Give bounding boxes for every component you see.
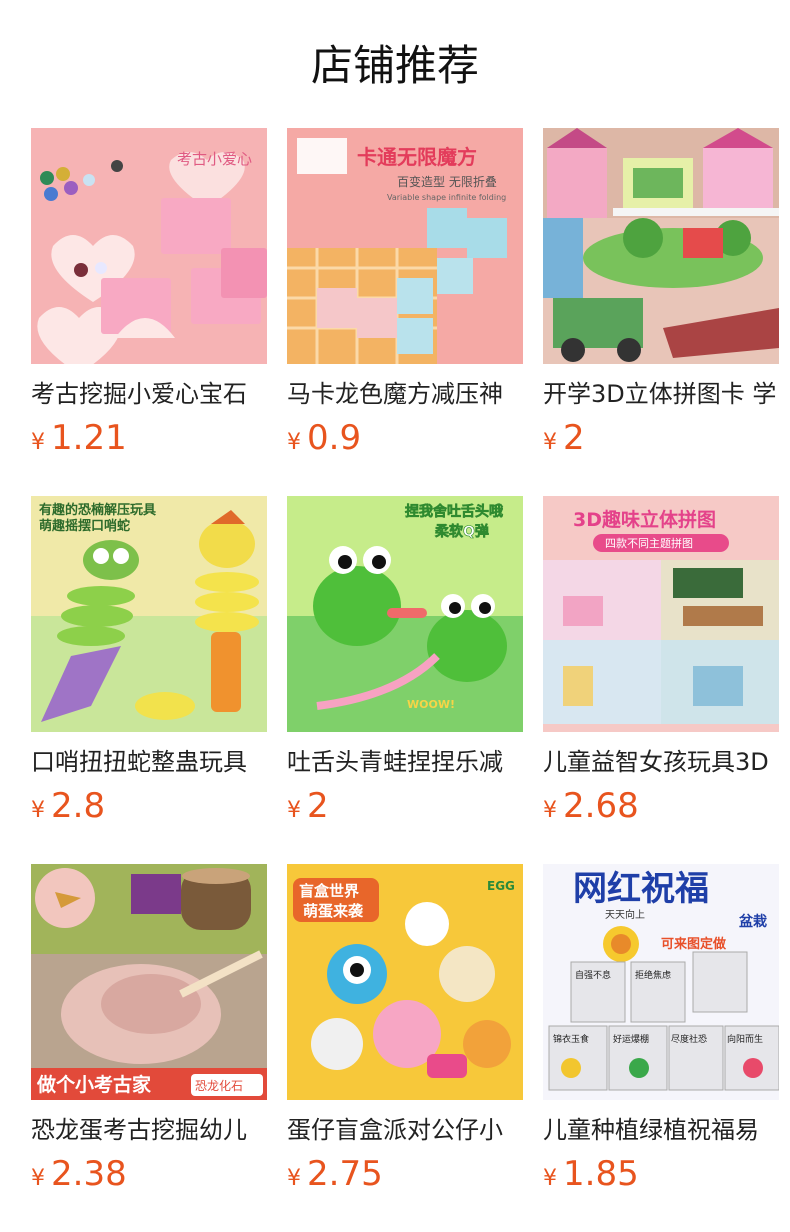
price-value: 2.8 xyxy=(51,786,106,826)
3d-house-puzzle-image[interactable]: 3D趣味立体拼图 四款不同主题拼图 xyxy=(543,496,779,732)
svg-text:捏我舍吐舌头哦: 捏我舍吐舌头哦 xyxy=(405,503,503,520)
product-card[interactable]: 有趣的恐楠解压玩具 萌趣摇摆口哨蛇 口哨扭扭蛇整蛊玩具 ¥2.8 xyxy=(31,496,267,826)
product-price: ¥2.8 xyxy=(31,786,267,826)
currency-symbol: ¥ xyxy=(287,1166,301,1191)
whistle-snake-image[interactable]: 有趣的恐楠解压玩具 萌趣摇摆口哨蛇 xyxy=(31,496,267,732)
product-name[interactable]: 吐舌头青蛙捏捏乐减 xyxy=(287,746,523,778)
product-card[interactable]: 网红祝福 盆栽 天天向上 可来图定做 自强不息 拒绝焦虑 锦衣玉食 好运爆棚 尽… xyxy=(543,864,779,1194)
svg-text:四款不同主题拼图: 四款不同主题拼图 xyxy=(605,536,693,550)
svg-text:萌蛋来袭: 萌蛋来袭 xyxy=(303,902,364,920)
svg-text:盲盒世界: 盲盒世界 xyxy=(299,882,359,900)
svg-text:做个小考古家: 做个小考古家 xyxy=(36,1073,152,1096)
svg-text:天天向上: 天天向上 xyxy=(605,908,645,921)
product-card[interactable]: 3D趣味立体拼图 四款不同主题拼图 儿童益智女孩玩具3D ¥2.68 xyxy=(543,496,779,826)
page-title: 店铺推荐 xyxy=(310,41,479,90)
svg-text:好运爆棚: 好运爆棚 xyxy=(613,1033,649,1045)
product-name[interactable]: 蛋仔盲盒派对公仔小 xyxy=(287,1114,523,1146)
product-name[interactable]: 儿童种植绿植祝福易 xyxy=(543,1114,779,1146)
currency-symbol: ¥ xyxy=(543,798,557,823)
svg-text:盆栽: 盆栽 xyxy=(738,913,767,930)
svg-text:卡通无限魔方: 卡通无限魔方 xyxy=(357,145,477,169)
price-value: 2.68 xyxy=(563,786,639,826)
svg-text:柔软Q弹: 柔软Q弹 xyxy=(434,523,489,540)
infinity-cube-image[interactable]: 卡通无限魔方 百变造型 无限折叠 Variable shape infinite… xyxy=(287,128,523,364)
currency-symbol: ¥ xyxy=(543,430,557,455)
egg-party-blindbox-image[interactable]: 盲盒世界 萌蛋来袭 EGG xyxy=(287,864,523,1100)
product-card[interactable]: 卡通无限魔方 百变造型 无限折叠 Variable shape infinite… xyxy=(287,128,523,458)
product-price: ¥2.38 xyxy=(31,1154,267,1194)
product-price: ¥2 xyxy=(543,418,779,458)
svg-text:EGG: EGG xyxy=(487,879,515,893)
heart-gems-box-image[interactable]: 考古小爱心 xyxy=(31,128,267,364)
svg-text:网红祝福: 网红祝福 xyxy=(573,869,709,909)
svg-text:尽度社恐: 尽度社恐 xyxy=(671,1033,707,1045)
price-value: 2.38 xyxy=(51,1154,127,1194)
svg-text:锦衣玉食: 锦衣玉食 xyxy=(553,1033,589,1045)
product-card[interactable]: 捏我舍吐舌头哦 柔软Q弹 WOOW! 吐舌头青蛙捏捏乐减 ¥2 xyxy=(287,496,523,826)
product-name[interactable]: 考古挖掘小爱心宝石 xyxy=(31,378,267,410)
svg-text:拒绝焦虑: 拒绝焦虑 xyxy=(635,969,671,981)
svg-text:考古小爱心: 考古小爱心 xyxy=(177,150,252,168)
product-name[interactable]: 口哨扭扭蛇整蛊玩具 xyxy=(31,746,267,778)
dino-egg-dig-image[interactable]: 做个小考古家 恐龙化石 xyxy=(31,864,267,1100)
currency-symbol: ¥ xyxy=(543,1166,557,1191)
product-card[interactable]: 做个小考古家 恐龙化石 恐龙蛋考古挖掘幼儿 ¥2.38 xyxy=(31,864,267,1194)
svg-text:萌趣摇摆口哨蛇: 萌趣摇摆口哨蛇 xyxy=(39,518,130,534)
product-price: ¥2.68 xyxy=(543,786,779,826)
currency-symbol: ¥ xyxy=(287,798,301,823)
product-price: ¥0.9 xyxy=(287,418,523,458)
price-value: 2 xyxy=(563,418,585,458)
plant-cans-image[interactable]: 网红祝福 盆栽 天天向上 可来图定做 自强不息 拒绝焦虑 锦衣玉食 好运爆棚 尽… xyxy=(543,864,779,1100)
frog-squeeze-image[interactable]: 捏我舍吐舌头哦 柔软Q弹 WOOW! xyxy=(287,496,523,732)
svg-text:有趣的恐楠解压玩具: 有趣的恐楠解压玩具 xyxy=(39,502,156,518)
svg-text:可来图定做: 可来图定做 xyxy=(661,936,726,952)
svg-text:3D趣味立体拼图: 3D趣味立体拼图 xyxy=(573,508,716,531)
product-card[interactable]: 开学3D立体拼图卡 学 ¥2 xyxy=(543,128,779,458)
product-price: ¥2.75 xyxy=(287,1154,523,1194)
product-price: ¥2 xyxy=(287,786,523,826)
product-card[interactable]: 盲盒世界 萌蛋来袭 EGG 蛋仔盲盒派对公仔小 ¥2.75 xyxy=(287,864,523,1194)
price-value: 0.9 xyxy=(307,418,362,458)
currency-symbol: ¥ xyxy=(31,1166,45,1191)
product-price: ¥1.85 xyxy=(543,1154,779,1194)
product-name[interactable]: 马卡龙色魔方减压神 xyxy=(287,378,523,410)
product-name[interactable]: 儿童益智女孩玩具3D xyxy=(543,746,779,778)
product-name[interactable]: 恐龙蛋考古挖掘幼儿 xyxy=(31,1114,267,1146)
svg-text:向阳而生: 向阳而生 xyxy=(727,1033,763,1045)
product-card[interactable]: 考古小爱心 考古挖掘小爱心宝石 ¥1.21 xyxy=(31,128,267,458)
svg-text:Variable shape infinite foldin: Variable shape infinite folding xyxy=(387,193,506,202)
svg-text:恐龙化石: 恐龙化石 xyxy=(195,1079,243,1093)
product-name[interactable]: 开学3D立体拼图卡 学 xyxy=(543,378,779,410)
price-value: 1.21 xyxy=(51,418,127,458)
currency-symbol: ¥ xyxy=(31,798,45,823)
svg-text:WOOW!: WOOW! xyxy=(407,698,455,711)
3d-puzzle-castle-image[interactable] xyxy=(543,128,779,364)
price-value: 1.85 xyxy=(563,1154,639,1194)
currency-symbol: ¥ xyxy=(287,430,301,455)
svg-text:百变造型 无限折叠: 百变造型 无限折叠 xyxy=(397,174,497,189)
currency-symbol: ¥ xyxy=(31,430,45,455)
svg-text:自强不息: 自强不息 xyxy=(575,969,611,981)
price-value: 2.75 xyxy=(307,1154,383,1194)
product-price: ¥1.21 xyxy=(31,418,267,458)
price-value: 2 xyxy=(307,786,329,826)
